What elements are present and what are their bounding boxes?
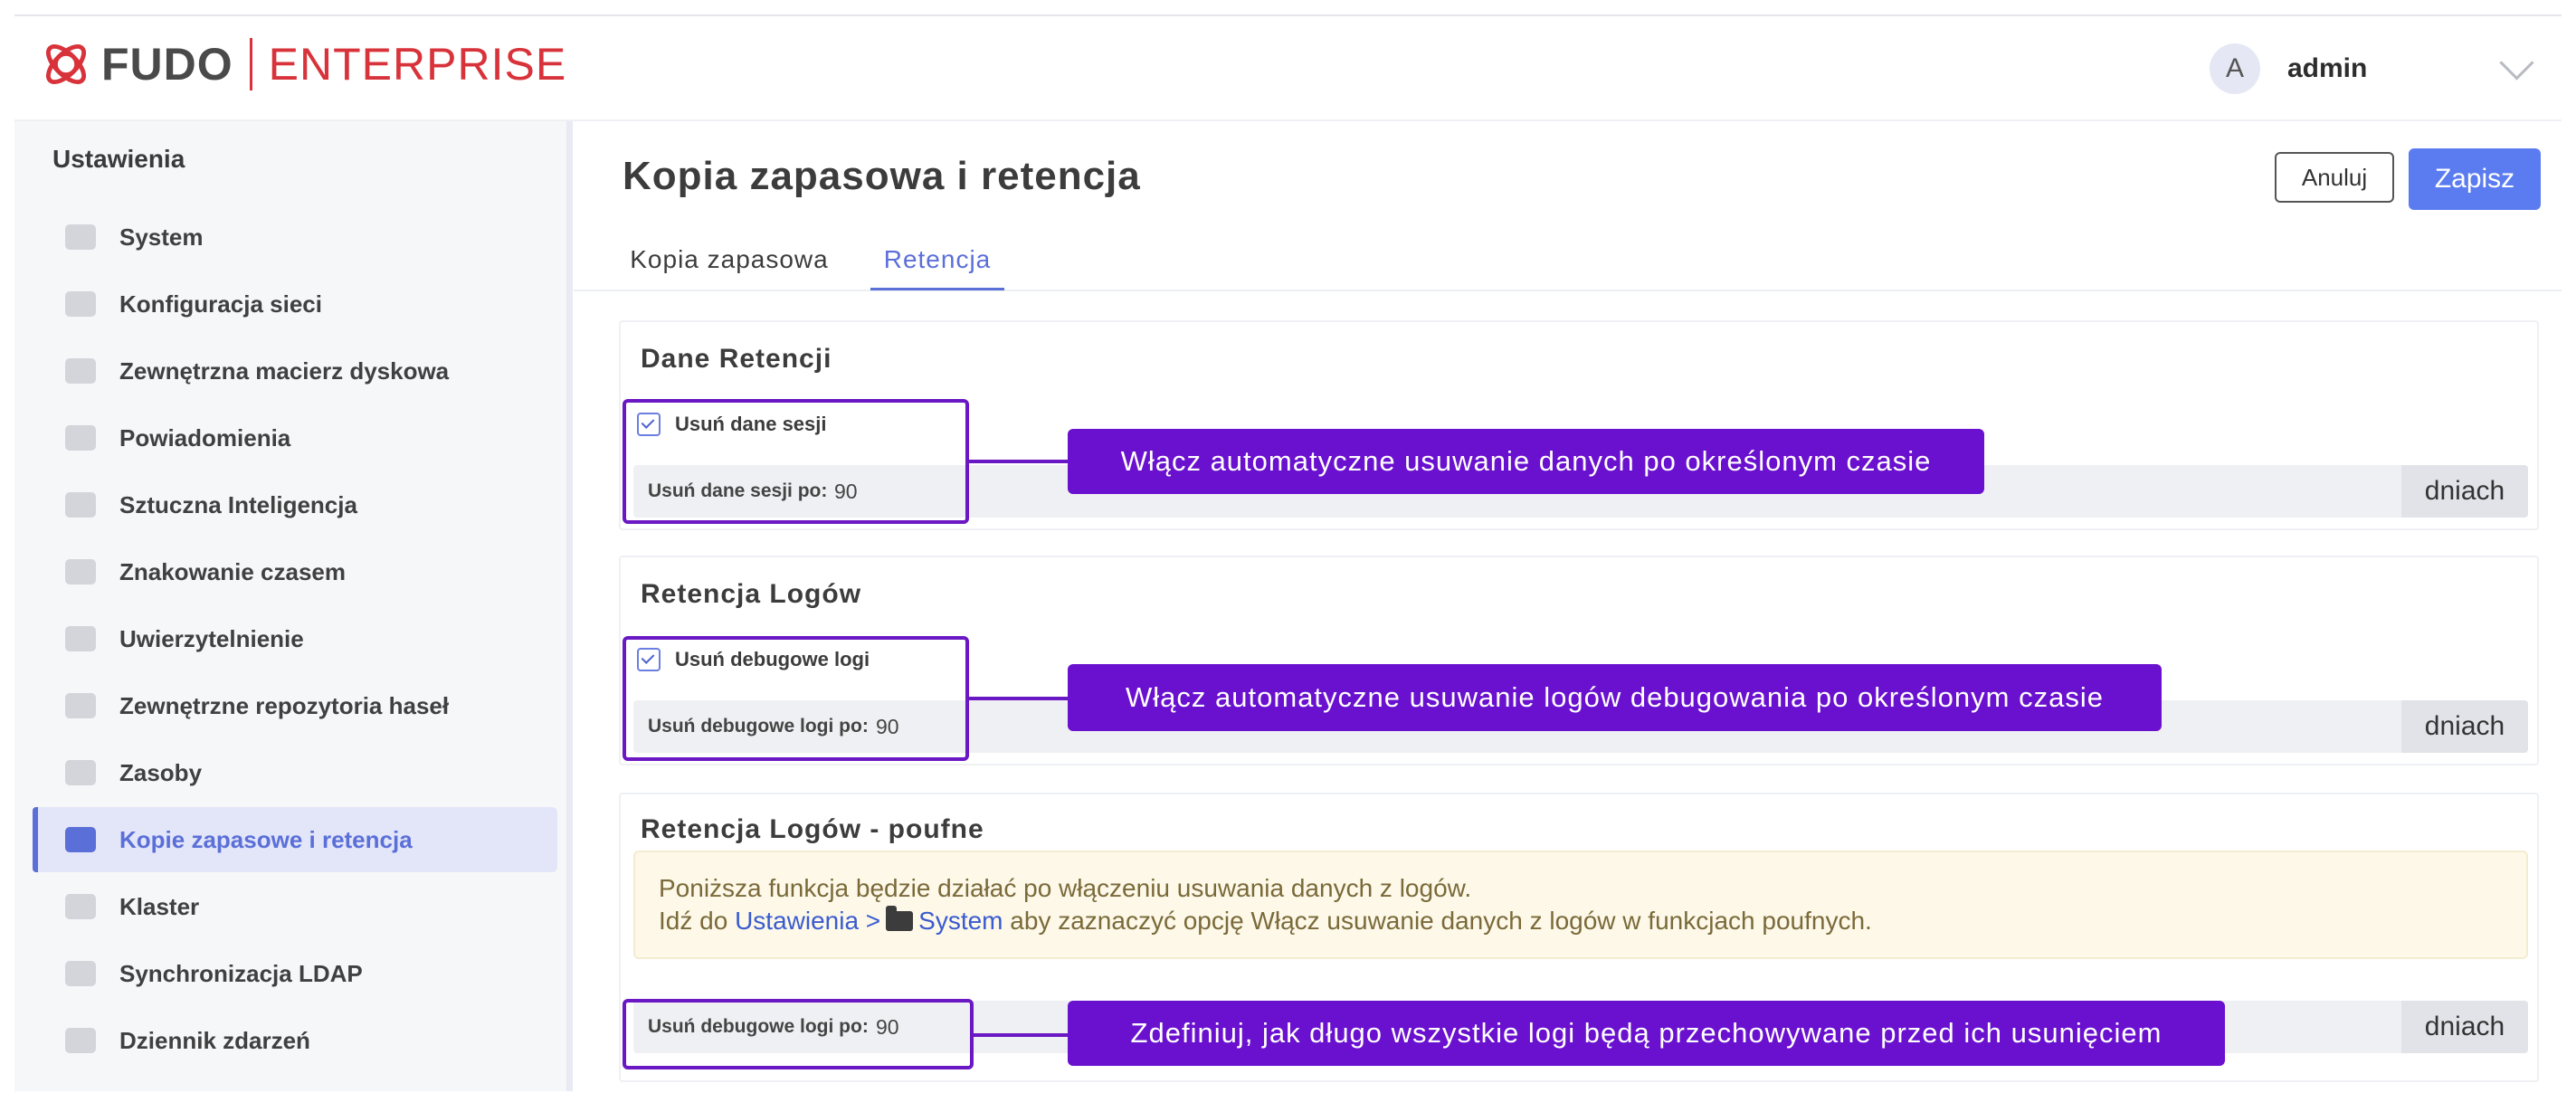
sidebar-item-timestamping[interactable]: Znakowanie czasem xyxy=(33,539,557,604)
product-name: ENTERPRISE xyxy=(268,39,567,90)
top-bar: FUDO ENTERPRISE A admin xyxy=(14,16,2562,121)
settings-link[interactable]: Ustawienia > xyxy=(735,907,880,935)
settings-sidebar: Ustawienia System Konfiguracja sieci Zew… xyxy=(14,121,573,1091)
sidebar-item-event-log[interactable]: Dziennik zdarzeń xyxy=(33,1008,557,1073)
brain-icon xyxy=(65,492,96,518)
annotation-highlight-box xyxy=(623,399,969,524)
calendar-icon xyxy=(65,1028,96,1053)
cloud-icon xyxy=(65,291,96,317)
sidebar-item-network[interactable]: Konfiguracja sieci xyxy=(33,271,557,337)
cluster-icon xyxy=(65,894,96,919)
megaphone-icon xyxy=(65,425,96,451)
stamp-icon xyxy=(65,559,96,585)
fudo-logo[interactable]: FUDO ENTERPRISE xyxy=(40,36,566,92)
username[interactable]: admin xyxy=(2287,53,2505,84)
sidebar-item-label: Zasoby xyxy=(119,758,203,786)
section-title: Dane Retencji xyxy=(641,344,832,374)
page-title: Kopia zapasowa i retencja xyxy=(623,154,1141,198)
logo-divider xyxy=(249,38,252,90)
annotation-highlight-box xyxy=(623,999,974,1069)
annotation-connector xyxy=(969,460,1069,463)
sidebar-item-backup-retention[interactable]: Kopie zapasowe i retencja xyxy=(33,807,557,872)
sidebar-item-resources[interactable]: Zasoby xyxy=(33,740,557,805)
brand-name: FUDO xyxy=(101,39,233,90)
sidebar-item-label: Sztuczna Inteligencja xyxy=(119,490,357,518)
warning-text: Poniższa funkcja będzie działać po włącz… xyxy=(659,874,1472,902)
key-icon xyxy=(65,626,96,651)
warning-suffix: aby zaznaczyć opcję Włącz usuwanie danyc… xyxy=(1010,907,1872,935)
fudo-logo-icon xyxy=(46,44,86,84)
vault-icon xyxy=(65,693,96,718)
user-menu[interactable]: A admin xyxy=(2210,43,2534,94)
sidebar-item-label: Synchronizacja LDAP xyxy=(119,959,363,987)
sidebar-item-cluster[interactable]: Klaster xyxy=(33,874,557,939)
sidebar-item-external-storage[interactable]: Zewnętrzna macierz dyskowa xyxy=(33,338,557,404)
tab-bar: Kopia zapasowa Retencja xyxy=(574,232,2562,291)
sidebar-item-system[interactable]: System xyxy=(33,204,557,270)
annotation-callout: Włącz automatyczne usuwanie logów debugo… xyxy=(1068,664,2162,731)
sidebar-item-label: Zewnętrzna macierz dyskowa xyxy=(119,356,450,385)
warning-alert: Poniższa funkcja będzie działać po włącz… xyxy=(633,851,2528,959)
sidebar-item-notifications[interactable]: Powiadomienia xyxy=(33,405,557,470)
annotation-highlight-box xyxy=(623,636,969,761)
folder-icon xyxy=(65,224,96,250)
main-content: Kopia zapasowa i retencja Anuluj Zapisz … xyxy=(574,121,2562,1091)
chevron-down-icon[interactable] xyxy=(2499,44,2534,81)
sidebar-item-authentication[interactable]: Uwierzytelnienie xyxy=(33,606,557,671)
cubes-icon xyxy=(65,358,96,384)
unit-label: dniach xyxy=(2401,1001,2528,1053)
sidebar-item-label: Klaster xyxy=(119,892,200,920)
tab-retention[interactable]: Retencja xyxy=(870,232,1004,290)
system-link[interactable]: System xyxy=(918,907,1003,935)
sidebar-item-ai[interactable]: Sztuczna Inteligencja xyxy=(33,472,557,537)
annotation-connector xyxy=(974,1033,1069,1037)
sidebar-item-label: Znakowanie czasem xyxy=(119,557,346,585)
unit-label: dniach xyxy=(2401,465,2528,518)
sidebar-item-label: System xyxy=(119,223,204,251)
folder-icon xyxy=(886,906,914,931)
tab-backup[interactable]: Kopia zapasowa xyxy=(621,232,838,288)
sync-icon xyxy=(65,961,96,986)
sidebar-title: Ustawienia xyxy=(52,145,185,173)
save-button[interactable]: Zapisz xyxy=(2409,148,2541,210)
sidebar-item-ldap-sync[interactable]: Synchronizacja LDAP xyxy=(33,941,557,1006)
sidebar-item-label: Powiadomienia xyxy=(119,423,291,451)
image-icon xyxy=(65,760,96,785)
warning-prefix: Idź do xyxy=(659,907,728,935)
annotation-callout: Zdefiniuj, jak długo wszystkie logi będą… xyxy=(1068,1001,2225,1066)
sidebar-item-label: Uwierzytelnienie xyxy=(119,624,304,652)
section-title: Retencja Logów xyxy=(641,579,862,609)
annotation-connector xyxy=(969,697,1069,700)
unit-label: dniach xyxy=(2401,700,2528,753)
archive-icon xyxy=(65,827,96,852)
sidebar-item-label: Dziennik zdarzeń xyxy=(119,1026,310,1054)
avatar[interactable]: A xyxy=(2210,43,2260,94)
sidebar-item-label: Konfiguracja sieci xyxy=(119,290,322,318)
annotation-callout: Włącz automatyczne usuwanie danych po ok… xyxy=(1068,429,1984,494)
sidebar-nav: System Konfiguracja sieci Zewnętrzna mac… xyxy=(33,204,557,1075)
sidebar-item-password-vaults[interactable]: Zewnętrzne repozytoria haseł xyxy=(33,673,557,738)
warning-instructions: Idź do Ustawienia > System aby zaznaczyć … xyxy=(659,906,1872,936)
sidebar-item-label: Kopie zapasowe i retencja xyxy=(119,825,413,853)
section-title: Retencja Logów - poufne xyxy=(641,814,984,844)
sidebar-item-label: Zewnętrzne repozytoria haseł xyxy=(119,691,450,719)
cancel-button[interactable]: Anuluj xyxy=(2275,152,2394,203)
